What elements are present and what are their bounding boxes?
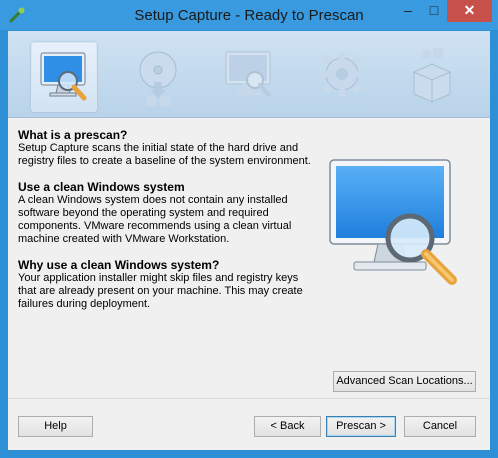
- footer-separator: [8, 398, 490, 399]
- section-heading: Use a clean Windows system: [18, 180, 185, 194]
- section-body: Setup Capture scans the initial state of…: [18, 142, 311, 167]
- title-bar[interactable]: Setup Capture - Ready to Prescan – □ ✕: [0, 0, 498, 30]
- monitor-magnifier-illustration-icon: [329, 159, 457, 285]
- step-configure: [310, 42, 374, 110]
- step-install: [126, 42, 190, 110]
- section-heading: What is a prescan?: [18, 128, 128, 142]
- setup-capture-window: Setup Capture - Ready to Prescan – □ ✕ W…: [0, 0, 498, 458]
- dialog-client-area: What is a prescan? Setup Capture scans t…: [8, 31, 490, 450]
- configure-gear-icon: [320, 52, 364, 96]
- package-box-icon: [413, 48, 451, 103]
- minimize-button[interactable]: –: [395, 0, 421, 22]
- install-disc-icon: [139, 51, 177, 106]
- postscan-monitor-icon: [225, 51, 271, 97]
- step-package: [400, 42, 464, 110]
- back-button[interactable]: < Back: [254, 416, 321, 437]
- maximize-button[interactable]: □: [421, 0, 447, 22]
- section-body: Your application installer might skip fi…: [18, 272, 303, 310]
- advanced-scan-locations-button[interactable]: Advanced Scan Locations...: [333, 371, 476, 392]
- prescan-monitor-magnifier-icon: [40, 52, 87, 101]
- section-body: A clean Windows system does not contain …: [18, 194, 292, 245]
- step-prescan: [31, 42, 97, 112]
- content-area: What is a prescan? Setup Capture scans t…: [8, 118, 490, 450]
- close-button[interactable]: ✕: [447, 0, 492, 22]
- step-postscan: [217, 42, 281, 110]
- help-button[interactable]: Help: [18, 416, 93, 437]
- section-heading: Why use a clean Windows system?: [18, 258, 220, 272]
- cancel-button[interactable]: Cancel: [404, 416, 476, 437]
- prescan-button[interactable]: Prescan >: [326, 416, 396, 437]
- step-banner: [8, 31, 490, 118]
